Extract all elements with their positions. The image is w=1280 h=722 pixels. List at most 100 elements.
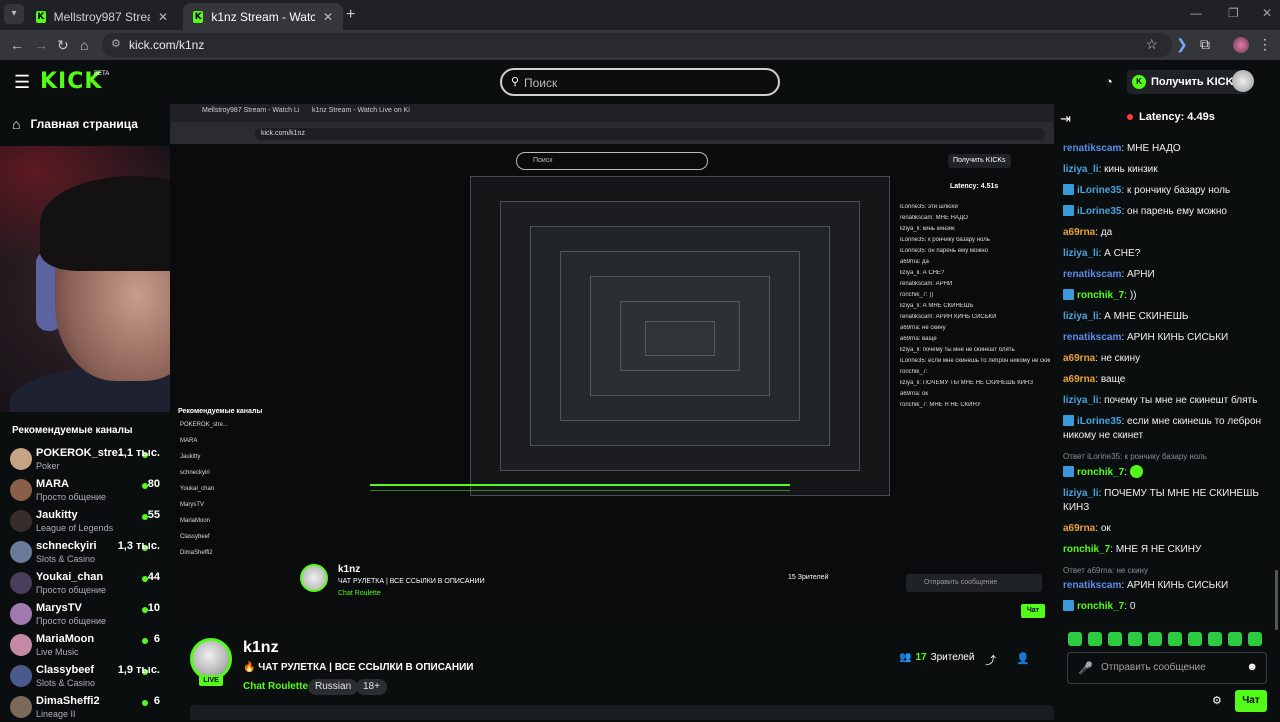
- stream-video-player[interactable]: Mellstroy987 Stream - Watch Li k1nz Stre…: [170, 104, 1054, 624]
- new-tab-icon[interactable]: +: [346, 6, 355, 24]
- chat-settings-gear-icon[interactable]: ⚙: [1212, 694, 1222, 707]
- live-badge: LIVE: [199, 675, 223, 686]
- chat-username[interactable]: iLorine35: [1077, 416, 1121, 427]
- chat-username[interactable]: a69rna: [1063, 523, 1095, 534]
- chat-username[interactable]: ronchik_7: [1077, 290, 1124, 301]
- streamer-avatar[interactable]: [190, 638, 232, 680]
- collapse-chat-icon[interactable]: ⇥: [1060, 111, 1071, 127]
- browser-menu-icon[interactable]: ⋮: [1258, 36, 1272, 53]
- reload-icon[interactable]: ↻: [57, 37, 69, 54]
- emote-icon[interactable]: [1148, 632, 1162, 646]
- hamburger-menu-icon[interactable]: ☰: [14, 72, 30, 93]
- chat-reply-reference[interactable]: Ответ a69rna: не скину: [1063, 564, 1273, 578]
- minimize-icon[interactable]: —: [1190, 6, 1202, 20]
- chat-text: кинь кинзик: [1104, 164, 1158, 175]
- video-channel-item: POKEROK_stre...: [180, 422, 229, 428]
- browser-profile-avatar[interactable]: [1233, 37, 1249, 53]
- sidebar-channel-item[interactable]: Jaukitty League of Legends 55: [10, 506, 160, 536]
- chat-username[interactable]: ronchik_7: [1077, 467, 1124, 478]
- emote-quick-bar: [1068, 632, 1262, 646]
- chat-username[interactable]: liziya_li: [1063, 311, 1099, 322]
- chat-username[interactable]: renatikscam: [1063, 580, 1121, 591]
- sidebar-channel-item[interactable]: MARA Просто общение 80: [10, 475, 160, 505]
- chat-reply-reference[interactable]: Ответ iLorine35: к рончику базару ноль: [1063, 450, 1273, 464]
- browser-tab-1[interactable]: K Mellstroy987 Stream - Watch Li ✕: [26, 3, 178, 30]
- streamer-name[interactable]: k1nz: [243, 639, 279, 657]
- close-tab-icon[interactable]: ✕: [323, 10, 333, 24]
- chat-username[interactable]: liziya_li: [1063, 248, 1099, 259]
- chat-username[interactable]: a69rna: [1063, 227, 1095, 238]
- latency-text: Latency: 4.49s: [1139, 111, 1215, 123]
- forward-icon[interactable]: →: [34, 37, 48, 53]
- chat-message: a69rna: не скину: [1063, 353, 1141, 364]
- chat-send-button[interactable]: Чат: [1235, 690, 1267, 712]
- video-chat-line: ronchik_7:: [900, 369, 928, 375]
- sidebar-channel-item[interactable]: Youkai_chan Просто общение 44: [10, 568, 160, 598]
- chat-username[interactable]: a69rna: [1063, 374, 1095, 385]
- browser-tab-2[interactable]: K k1nz Stream - Watch Live on Ki ✕: [183, 3, 343, 30]
- chat-message: Ответ iLorine35: к рончику базару ноль ro…: [1063, 450, 1273, 480]
- bookmark-star-icon[interactable]: ☆: [1145, 36, 1158, 53]
- sidebar-home-link[interactable]: ⌂ Главная страница: [12, 116, 138, 132]
- sidebar-channel-item[interactable]: DimaSheffi2 Lineage II 6: [10, 692, 160, 722]
- emote-icon[interactable]: [1248, 632, 1262, 646]
- channel-category: Slots & Casino: [36, 554, 96, 564]
- emote-icon[interactable]: [1088, 632, 1102, 646]
- stream-category-link[interactable]: Chat Roulette: [243, 681, 308, 692]
- get-kicks-button[interactable]: K Получить KICKs: [1127, 70, 1248, 94]
- chat-message-input[interactable]: 🎤 Отправить сообщение ☻: [1067, 652, 1267, 684]
- chat-username[interactable]: ronchik_7: [1063, 544, 1110, 555]
- emote-icon[interactable]: [1188, 632, 1202, 646]
- chat-username[interactable]: iLorine35: [1077, 185, 1121, 196]
- sidebar-channel-item[interactable]: POKEROK_stre... Poker 1,1 тыс.: [10, 444, 160, 474]
- tag-russian[interactable]: Russian: [308, 679, 359, 695]
- extension-icon[interactable]: ❯: [1176, 36, 1188, 53]
- url-field[interactable]: ⚙ kick.com/k1nz ☆: [102, 33, 1172, 57]
- tab-search-button[interactable]: ▾: [4, 4, 24, 24]
- search-placeholder: Поиск: [524, 76, 558, 90]
- chat-text: к рончику базару ноль: [1127, 185, 1231, 196]
- house-icon: ⌂: [12, 116, 21, 132]
- chat-username[interactable]: renatikscam: [1063, 143, 1121, 154]
- emote-icon[interactable]: [1208, 632, 1222, 646]
- chat-username[interactable]: renatikscam: [1063, 269, 1121, 280]
- emote-icon[interactable]: [1168, 632, 1182, 646]
- chat-username[interactable]: liziya_li: [1063, 164, 1099, 175]
- tag-18plus[interactable]: 18+: [356, 679, 387, 695]
- search-input[interactable]: ⚲ Поиск: [500, 68, 780, 96]
- tab-title: k1nz Stream - Watch Live on Ki: [211, 9, 315, 24]
- site-info-icon[interactable]: ⚙: [111, 37, 121, 50]
- chat-username[interactable]: liziya_li: [1063, 395, 1099, 406]
- kicks-coin-icon: K: [1132, 75, 1146, 89]
- maximize-icon[interactable]: ❐: [1228, 6, 1239, 20]
- notifications-icon[interactable]: ◔: [1105, 74, 1113, 89]
- emote-icon[interactable]: [1108, 632, 1122, 646]
- channel-name: MariaMoon: [36, 633, 95, 645]
- chat-message: liziya_li: А СНЕ?: [1063, 248, 1141, 259]
- sidebar-channel-item[interactable]: Classybeef Slots & Casino 1,9 тыс.: [10, 661, 160, 691]
- chat-username[interactable]: a69rna: [1063, 353, 1095, 364]
- sidebar-channel-item[interactable]: MarysTV Просто общение 10: [10, 599, 160, 629]
- user-avatar[interactable]: [1232, 70, 1254, 92]
- close-tab-icon[interactable]: ✕: [158, 10, 168, 24]
- page-scrollbar[interactable]: [1275, 570, 1278, 630]
- chat-message: a69rna: да: [1063, 227, 1113, 238]
- close-window-icon[interactable]: ✕: [1262, 6, 1272, 20]
- chat-username[interactable]: renatikscam: [1063, 332, 1121, 343]
- chat-username[interactable]: iLorine35: [1077, 206, 1121, 217]
- sidebar-channel-item[interactable]: schneckyiri Slots & Casino 1,3 тыс.: [10, 537, 160, 567]
- emote-icon[interactable]: [1068, 632, 1082, 646]
- back-icon[interactable]: ←: [10, 37, 24, 53]
- emoji-picker-icon[interactable]: ☻: [1246, 661, 1258, 673]
- chat-username[interactable]: ronchik_7: [1077, 601, 1124, 612]
- chat-text: АРИН КИНЬ СИСЬКИ: [1126, 580, 1229, 591]
- follow-user-icon[interactable]: 👤: [1016, 652, 1030, 665]
- home-icon[interactable]: ⌂: [80, 37, 88, 53]
- emote-icon[interactable]: [1228, 632, 1242, 646]
- sidebar-channel-item[interactable]: MariaMoon Live Music 6: [10, 630, 160, 660]
- microphone-icon[interactable]: 🎤: [1078, 661, 1093, 675]
- chat-username[interactable]: liziya_li: [1063, 488, 1099, 499]
- share-icon[interactable]: ⤴: [985, 652, 996, 668]
- extensions-puzzle-icon[interactable]: ⧉: [1200, 36, 1210, 53]
- emote-icon[interactable]: [1128, 632, 1142, 646]
